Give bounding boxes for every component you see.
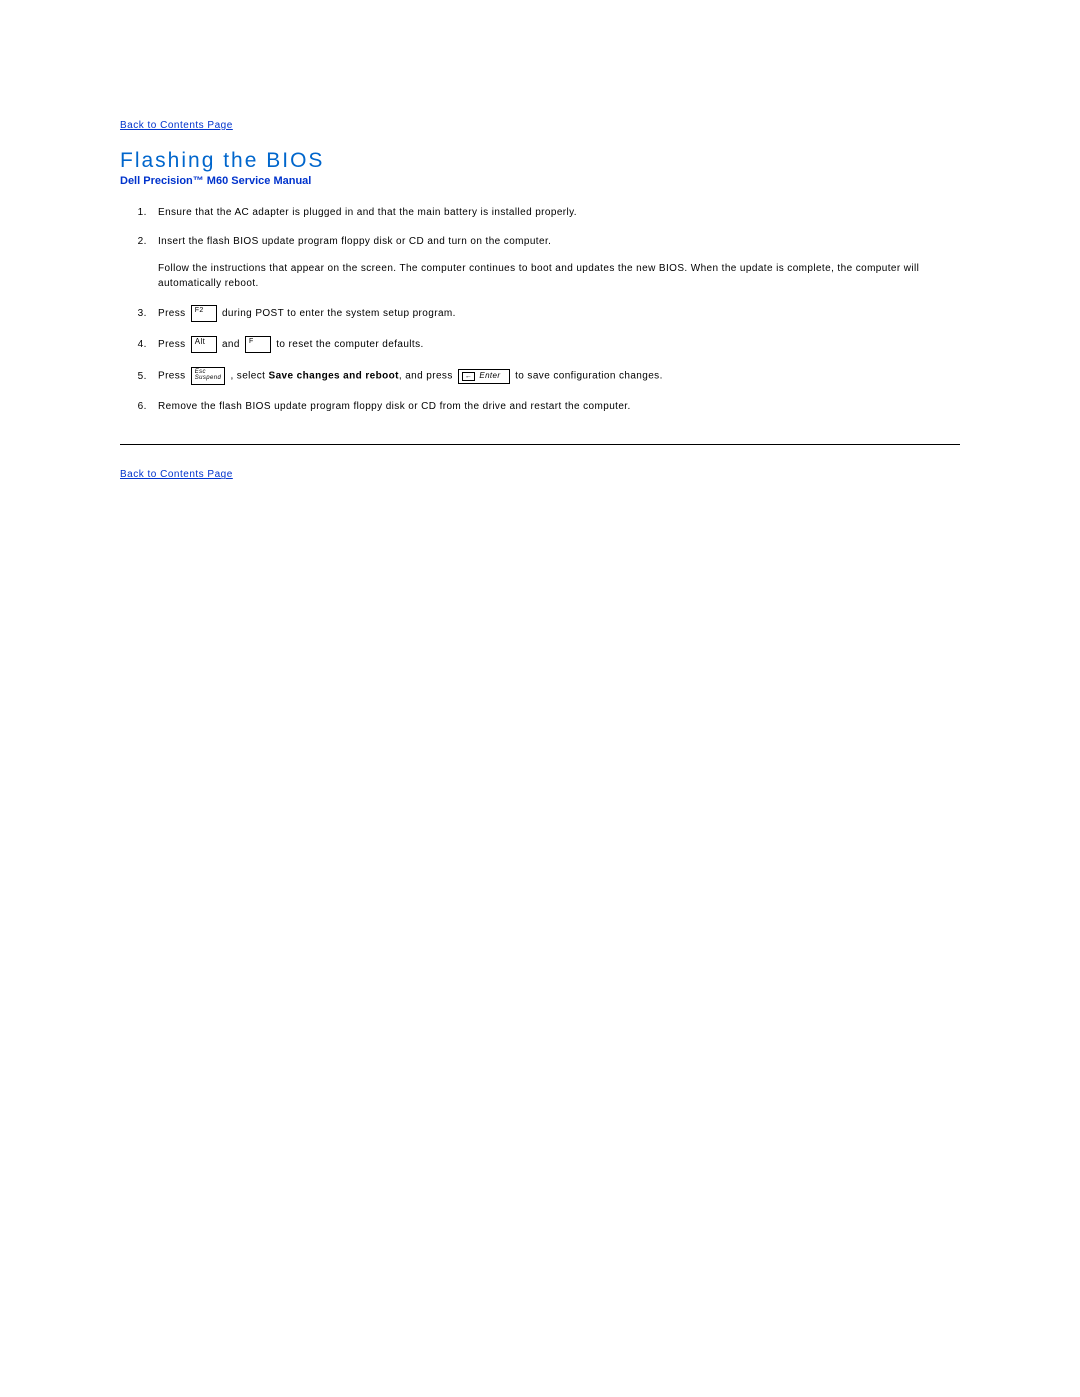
steps-list: Ensure that the AC adapter is plugged in… bbox=[120, 205, 960, 414]
divider bbox=[120, 444, 960, 445]
page-subtitle: Dell Precision™ M60 Service Manual bbox=[120, 175, 960, 187]
enter-key-icon: ←Enter bbox=[458, 369, 510, 384]
back-to-contents-link-bottom[interactable]: Back to Contents Page bbox=[120, 469, 233, 480]
list-item: Press F2 during POST to enter the system… bbox=[150, 305, 960, 322]
step-text: , select bbox=[230, 371, 268, 382]
f2-key-icon: F2 bbox=[191, 305, 217, 322]
esc-suspend-key-icon: Esc Suspend bbox=[191, 367, 226, 385]
page-title: Flashing the BIOS bbox=[120, 149, 960, 173]
step-text: and bbox=[222, 339, 243, 350]
step-text: during POST to enter the system setup pr… bbox=[222, 308, 456, 319]
step-text: Press bbox=[158, 339, 189, 350]
list-item: Remove the flash BIOS update program flo… bbox=[150, 399, 960, 414]
bold-text: Save changes and reboot bbox=[269, 371, 399, 382]
step-text: Insert the flash BIOS update program flo… bbox=[158, 236, 551, 247]
list-item: Ensure that the AC adapter is plugged in… bbox=[150, 205, 960, 220]
step-text: , and press bbox=[399, 371, 456, 382]
step-text: Remove the flash BIOS update program flo… bbox=[158, 401, 631, 412]
back-to-contents-link-top[interactable]: Back to Contents Page bbox=[120, 120, 233, 131]
step-text: to reset the computer defaults. bbox=[276, 339, 423, 350]
step-continuation: Follow the instructions that appear on t… bbox=[158, 261, 960, 291]
list-item: Press Alt and F to reset the computer de… bbox=[150, 336, 960, 353]
list-item: Insert the flash BIOS update program flo… bbox=[150, 234, 960, 291]
step-text: Press bbox=[158, 371, 189, 382]
step-text: Ensure that the AC adapter is plugged in… bbox=[158, 207, 577, 218]
step-text: to save configuration changes. bbox=[515, 371, 663, 382]
list-item: Press Esc Suspend , select Save changes … bbox=[150, 367, 960, 385]
alt-key-icon: Alt bbox=[191, 336, 217, 353]
step-text: Press bbox=[158, 308, 189, 319]
f-key-icon: F bbox=[245, 336, 271, 353]
